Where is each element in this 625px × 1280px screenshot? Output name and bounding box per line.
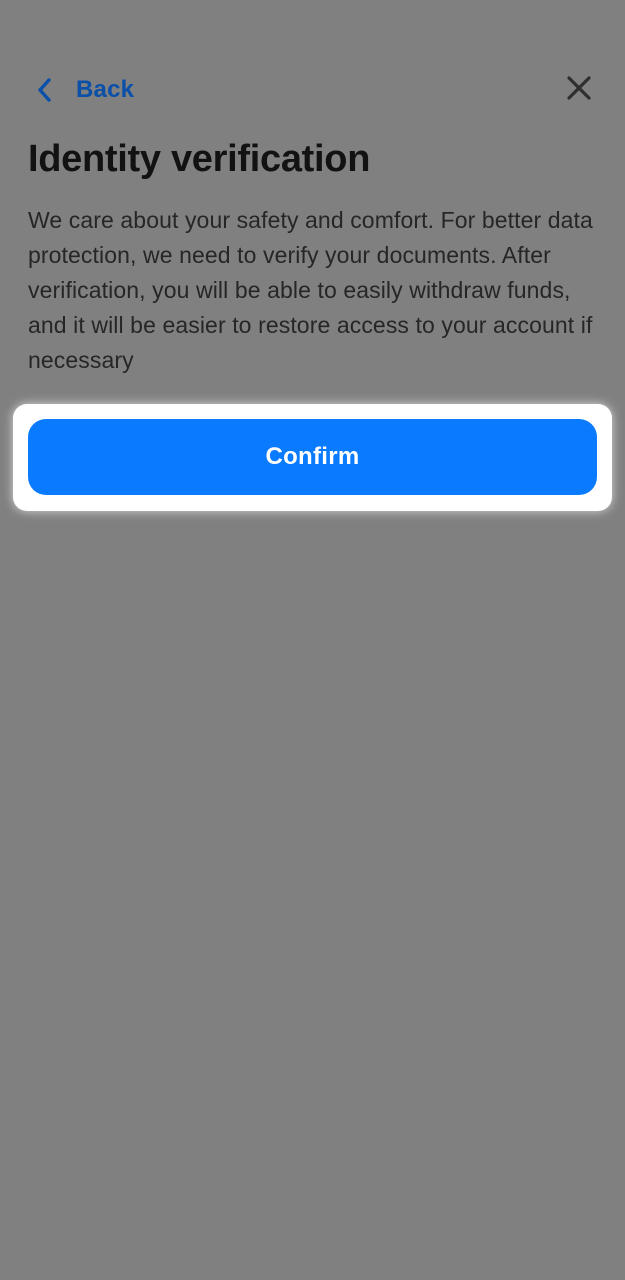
verification-description: We care about your safety and comfort. F… (28, 207, 593, 373)
close-icon (566, 75, 592, 106)
top-navigation-bar: Back (0, 62, 625, 118)
close-button[interactable] (563, 74, 595, 106)
back-button[interactable]: Back (28, 70, 134, 110)
back-label: Back (76, 76, 135, 103)
page-title: Identity verification (28, 138, 371, 180)
chevron-left-icon (28, 70, 62, 110)
confirm-button[interactable]: Confirm (28, 419, 597, 495)
identity-verification-screen: Back Identity verification We care about… (0, 0, 625, 1280)
